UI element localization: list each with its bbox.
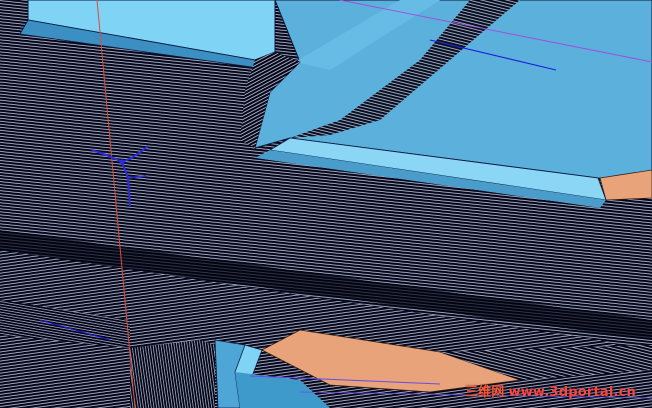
watermark-url: www.3dportal.cn <box>508 385 636 400</box>
pocket-toolpath <box>130 340 215 408</box>
watermark-chinese: 三维网 <box>464 385 505 400</box>
site-watermark: 三维网 www.3dportal.cn <box>465 381 636 400</box>
cam-toolpath-viewport[interactable]: 三维网 www.3dportal.cn <box>0 0 652 408</box>
toolpath-3d-scene[interactable] <box>0 0 652 408</box>
